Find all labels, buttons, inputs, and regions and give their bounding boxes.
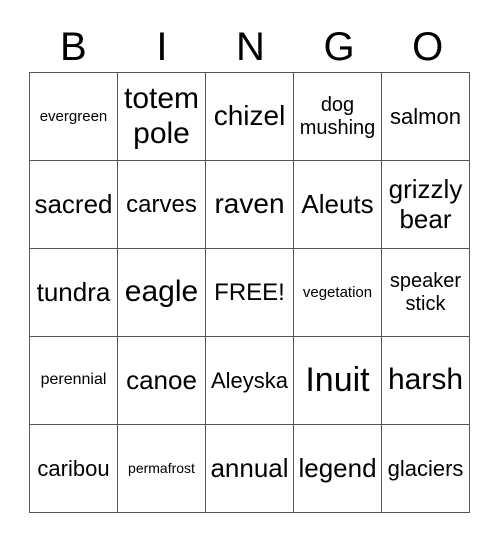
bingo-cell[interactable]: chizel [205, 72, 294, 161]
bingo-cell[interactable]: raven [205, 160, 294, 249]
bingo-cell[interactable]: totem pole [117, 72, 206, 161]
bingo-grid: evergreen totem pole chizel dog mushing salm… [29, 72, 470, 513]
bingo-cell[interactable]: perennial [29, 336, 118, 425]
bingo-header: B I N G O [29, 22, 472, 72]
bingo-cell[interactable]: grizzly bear [381, 160, 470, 249]
bingo-row: evergreen totem pole chizel dog mushing salm… [29, 72, 470, 161]
free-space-cell[interactable]: FREE! [205, 248, 294, 337]
bingo-cell[interactable]: canoe [117, 336, 206, 425]
bingo-cell[interactable]: sacred [29, 160, 118, 249]
bingo-cell[interactable]: eagle [117, 248, 206, 337]
bingo-cell[interactable]: Aleuts [293, 160, 382, 249]
bingo-cell[interactable]: permafrost [117, 424, 206, 513]
bingo-row: caribou permafrost annual legend glaciers [29, 424, 470, 513]
bingo-cell[interactable]: evergreen [29, 72, 118, 161]
bingo-cell[interactable]: dog mushing [293, 72, 382, 161]
bingo-cell[interactable]: salmon [381, 72, 470, 161]
bingo-row: perennial canoe Aleyska Inuit harsh [29, 336, 470, 425]
bingo-cell[interactable]: vegetation [293, 248, 382, 337]
bingo-cell[interactable]: tundra [29, 248, 118, 337]
bingo-row: sacred carves raven Aleuts grizzly bear [29, 160, 470, 249]
bingo-cell[interactable]: carves [117, 160, 206, 249]
bingo-cell[interactable]: glaciers [381, 424, 470, 513]
bingo-cell[interactable]: caribou [29, 424, 118, 513]
bingo-cell[interactable]: harsh [381, 336, 470, 425]
header-letter-o: O [412, 25, 444, 69]
header-letter-i: I [156, 25, 168, 69]
bingo-cell[interactable]: speaker stick [381, 248, 470, 337]
bingo-cell[interactable]: Inuit [293, 336, 382, 425]
header-letter-n: N [236, 25, 265, 69]
header-letter-b: B [59, 25, 87, 69]
bingo-row: tundra eagle FREE! vegetation speaker stick [29, 248, 470, 337]
bingo-cell[interactable]: annual [205, 424, 294, 513]
bingo-cell[interactable]: legend [293, 424, 382, 513]
bingo-cell[interactable]: Aleyska [205, 336, 294, 425]
header-letter-g: G [323, 25, 355, 69]
